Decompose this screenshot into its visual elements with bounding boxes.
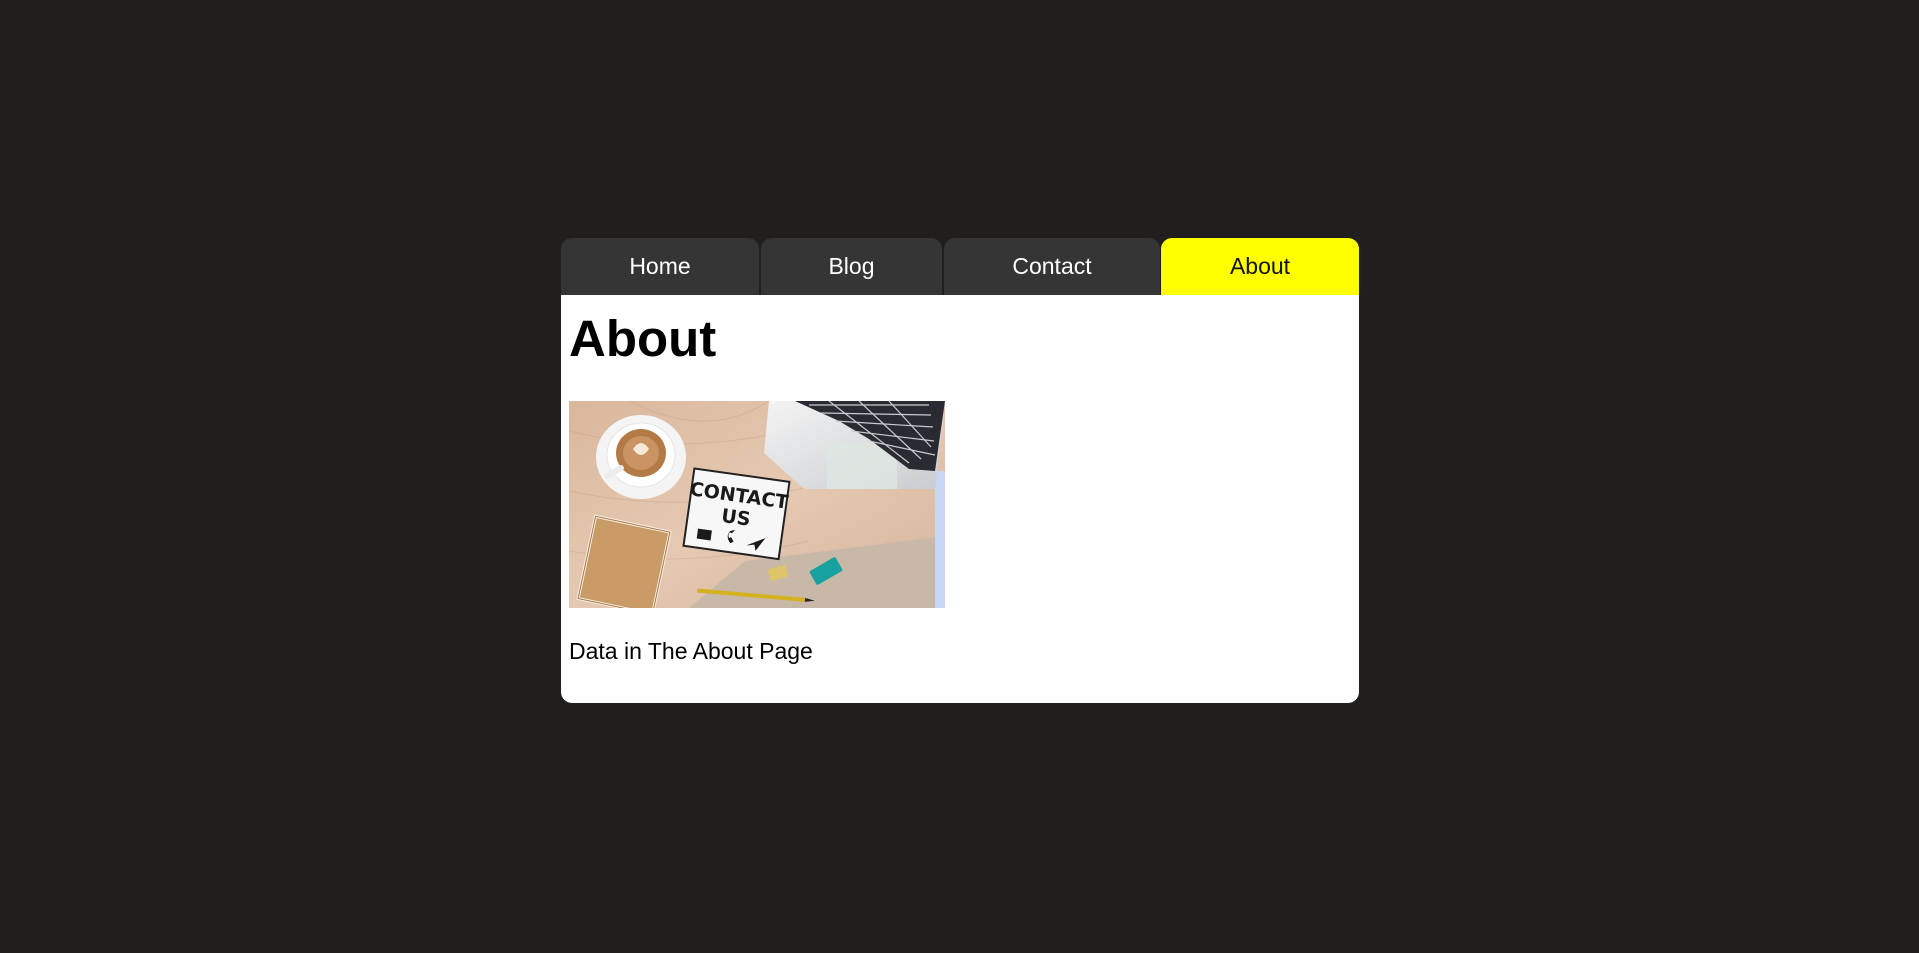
page-title: About (569, 310, 717, 367)
tab-home[interactable]: Home (561, 238, 759, 295)
tab-contact[interactable]: Contact (944, 238, 1160, 295)
tab-panel-about: About CONTACT US Data in The About Page (561, 295, 1359, 703)
tab-bar: Home Blog Contact About (561, 238, 1359, 295)
lightbox-text-line2: US (720, 505, 752, 531)
tab-about[interactable]: About (1161, 238, 1359, 295)
contact-us-photo: CONTACT US (569, 401, 945, 608)
about-body-text: Data in The About Page (569, 638, 813, 664)
tab-card: Home Blog Contact About About CONTACT US… (561, 238, 1359, 703)
tab-blog[interactable]: Blog (761, 238, 942, 295)
